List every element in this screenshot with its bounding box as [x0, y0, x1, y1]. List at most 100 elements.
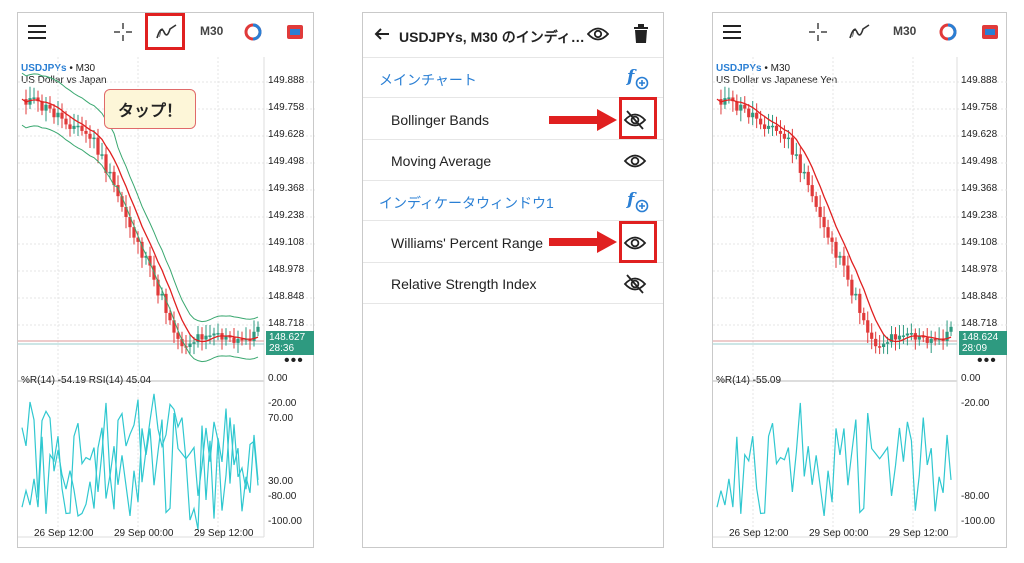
menu-icon[interactable] — [721, 21, 743, 43]
more-icon[interactable]: ••• — [977, 353, 997, 369]
section-indicator-window-1: インディケータウィンドウ1 f — [363, 181, 663, 221]
price-tick-label: 148.848 — [961, 291, 998, 302]
price-tick-label: 149.368 — [961, 183, 998, 194]
candle-body — [794, 154, 798, 156]
candle-body — [806, 171, 810, 186]
candle-body — [92, 137, 96, 140]
indicator-icon[interactable]: f — [849, 21, 871, 43]
section-main-chart: メインチャート f — [363, 58, 663, 98]
crosshair-icon[interactable] — [112, 21, 134, 43]
candle-body — [786, 137, 790, 140]
add-function-icon[interactable]: f — [625, 189, 649, 213]
candle-body — [802, 171, 806, 174]
tag-icon[interactable] — [284, 21, 306, 43]
candle-body — [778, 130, 783, 134]
oscillator-tick-label: -20.00 — [268, 398, 297, 409]
candle-body — [72, 125, 76, 129]
candle-body — [80, 125, 84, 131]
candle-body — [814, 196, 818, 207]
candles — [719, 86, 953, 355]
candle-body — [56, 112, 60, 118]
candle-body — [256, 326, 260, 332]
color-icon[interactable] — [937, 21, 959, 43]
price-tick-label: 148.978 — [961, 264, 998, 275]
candle-body — [192, 342, 196, 344]
candle-body — [232, 337, 236, 343]
price-tick-label: 149.628 — [268, 129, 305, 140]
candle-body — [909, 333, 913, 335]
more-icon[interactable]: ••• — [284, 353, 304, 369]
candle-body — [60, 112, 64, 119]
candle-body — [838, 255, 842, 258]
candle-body — [52, 108, 56, 118]
crosshair-icon[interactable] — [807, 21, 829, 43]
price-tick-label: 148.978 — [268, 264, 305, 275]
indicator-row-williams[interactable]: Williams' Percent Range — [363, 222, 663, 263]
candle-body — [100, 154, 104, 156]
price-tick-label: 149.108 — [961, 237, 998, 248]
candle-body — [755, 112, 759, 119]
candle-body — [897, 335, 902, 340]
candle-body — [822, 216, 826, 228]
candle-body — [204, 335, 208, 340]
oscillator-tick-label: -20.00 — [961, 398, 990, 409]
candle-body — [751, 112, 755, 118]
candle-body — [945, 331, 949, 342]
price-tick-label: 149.108 — [268, 237, 305, 248]
candle-body — [862, 312, 866, 321]
candle-body — [925, 337, 929, 343]
candle-body — [818, 206, 822, 217]
oscillator-tick-label: -100.00 — [268, 516, 302, 527]
back-arrow-icon[interactable] — [373, 25, 391, 48]
price-tick-label: 149.758 — [961, 102, 998, 113]
williams-percent-range-line — [716, 402, 952, 517]
candle-body — [893, 334, 898, 340]
arrow-icon — [549, 109, 617, 131]
candle-body — [929, 338, 933, 343]
tag-icon[interactable] — [979, 21, 1001, 43]
candle-body — [96, 137, 100, 155]
color-icon[interactable] — [242, 21, 264, 43]
indicator-list-panel: USDJPYs, M30 のインディ… メインチャート f Bollinger … — [362, 12, 664, 548]
candle-body — [830, 237, 834, 242]
eye-icon[interactable] — [586, 25, 610, 48]
candle-body — [854, 293, 858, 296]
indicator-icon-highlight — [145, 13, 185, 50]
indicator-header: USDJPYs, M30 のインディ… — [363, 13, 663, 58]
candle-body — [949, 326, 953, 332]
moving-average-line — [716, 98, 952, 343]
arrow-icon — [549, 231, 617, 253]
bollinger-eye-highlight — [619, 97, 657, 139]
bollinger-lower — [21, 124, 259, 363]
section-title: インディケータウィンドウ1 — [379, 195, 554, 211]
price-tick-label: 149.628 — [961, 129, 998, 140]
candle-body — [68, 124, 72, 129]
tap-callout: タップ！ — [104, 89, 196, 129]
candle-body — [766, 125, 771, 129]
indicator-row-moving-average[interactable]: Moving Average — [363, 140, 663, 181]
candle-body — [763, 124, 767, 129]
price-tick-label: 149.368 — [268, 183, 305, 194]
timeframe-button[interactable]: M30 — [200, 24, 223, 38]
price-tick-label: 149.498 — [268, 156, 305, 167]
price-tick-label: 149.238 — [961, 210, 998, 221]
timeframe-button[interactable]: M30 — [893, 24, 916, 38]
trash-icon[interactable] — [633, 24, 649, 49]
candle-body — [44, 104, 48, 111]
candle-body — [798, 154, 802, 173]
oscillator-tick-label: 0.00 — [961, 373, 981, 384]
eye-icon[interactable] — [623, 149, 647, 173]
candle-body — [842, 255, 846, 266]
oscillator-tick-label: -100.00 — [961, 516, 995, 527]
candle-body — [858, 293, 862, 313]
indicator-name: Relative Strength Index — [391, 276, 537, 292]
price-tick-label: 149.758 — [268, 102, 305, 113]
williams-eye-highlight — [619, 221, 657, 263]
indicator-row-rsi[interactable]: Relative Strength Index — [363, 263, 663, 304]
add-function-icon[interactable]: f — [625, 66, 649, 90]
menu-icon[interactable] — [26, 21, 48, 43]
candle-body — [743, 104, 747, 109]
section-title: メインチャート — [379, 72, 477, 88]
indicator-row-bollinger[interactable]: Bollinger Bands — [363, 99, 663, 140]
eye-off-icon[interactable] — [623, 272, 647, 296]
